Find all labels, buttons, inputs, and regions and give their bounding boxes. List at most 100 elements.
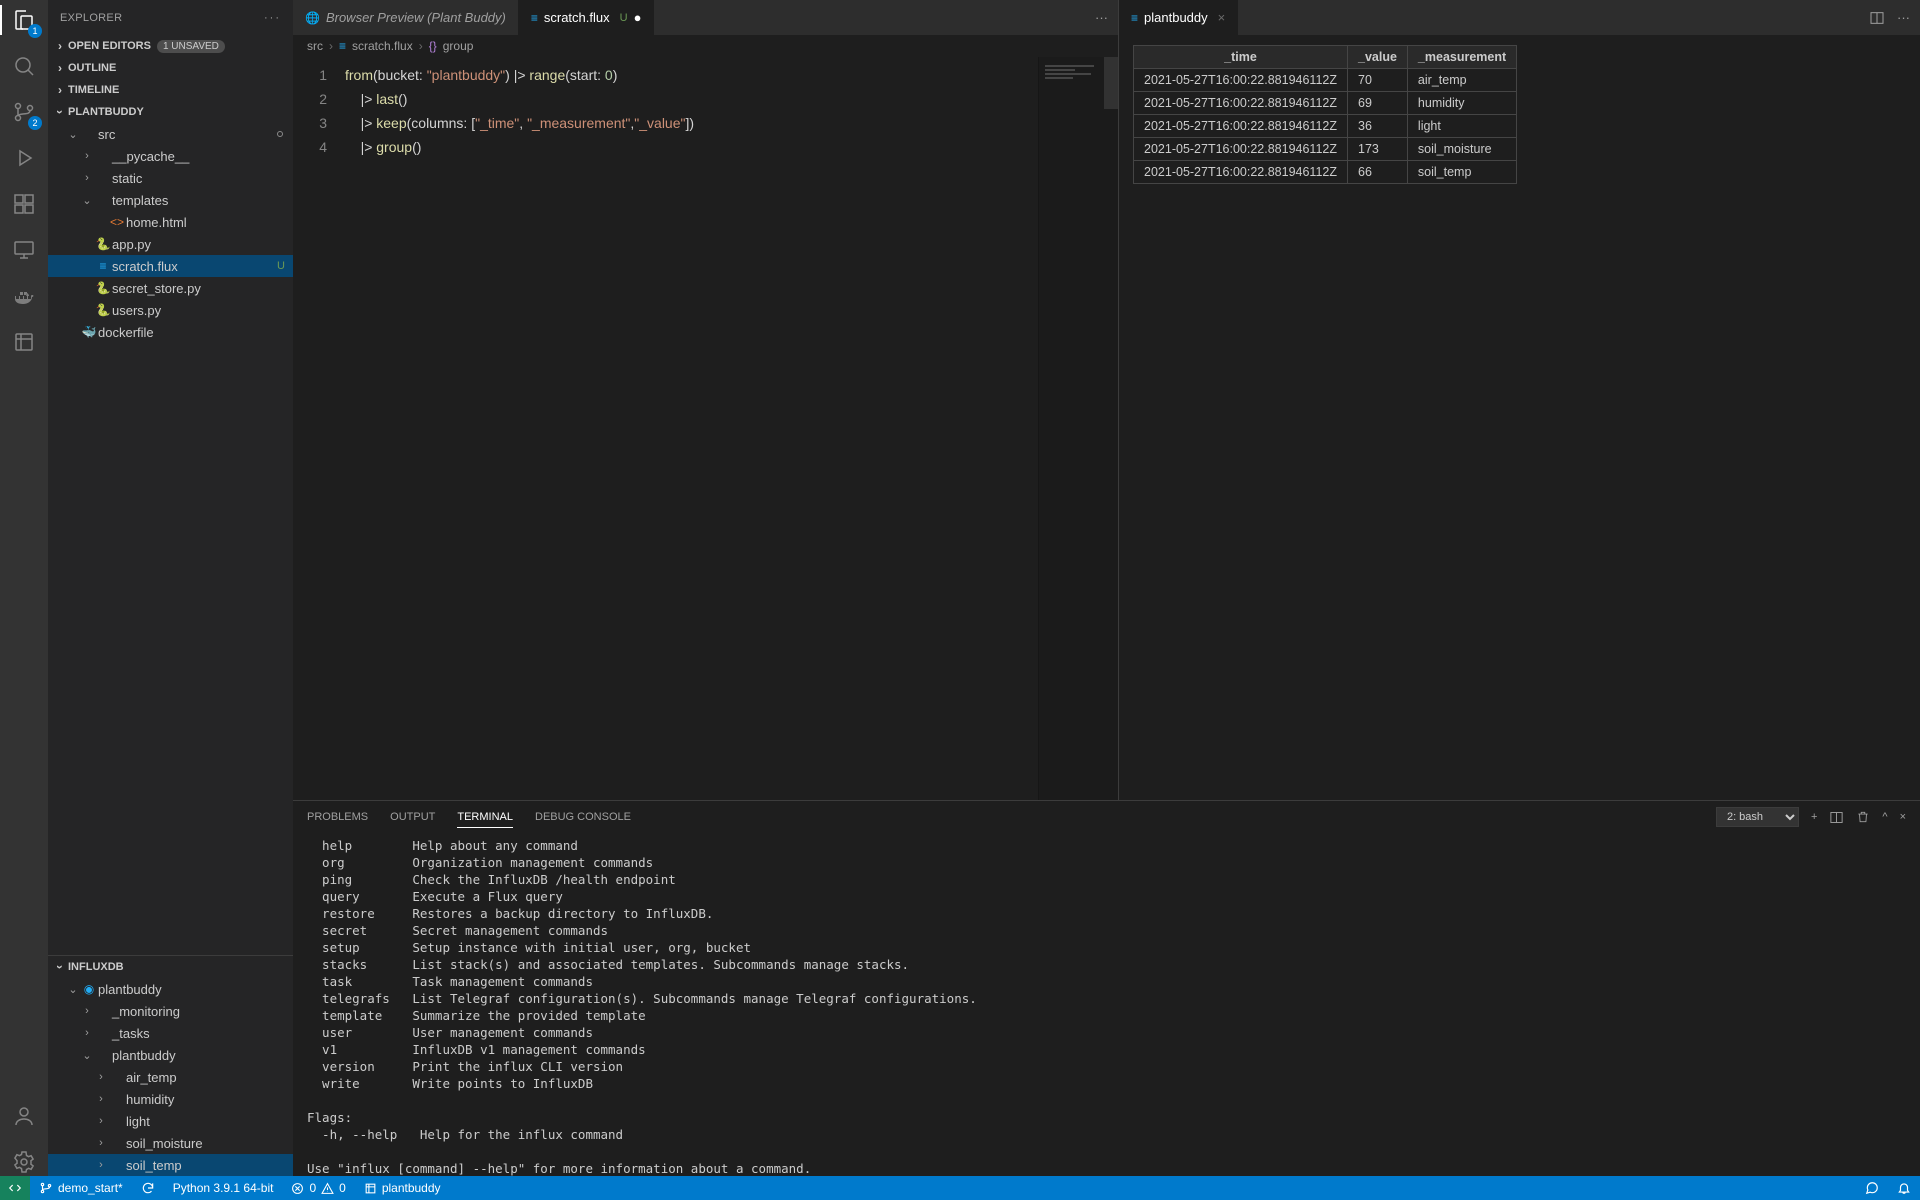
folder-static[interactable]: ›static xyxy=(48,167,293,189)
split-terminal-icon[interactable] xyxy=(1829,810,1844,825)
file-scratch.flux[interactable]: ≡scratch.fluxU xyxy=(48,255,293,277)
activity-bar: 1 2 xyxy=(0,0,48,1176)
remote-indicator[interactable] xyxy=(0,1176,30,1200)
folder-humidity[interactable]: ›humidity xyxy=(48,1088,293,1110)
table-row[interactable]: 2021-05-27T16:00:22.881946112Z36light xyxy=(1134,115,1517,138)
folder-plantbuddy[interactable]: ⌄plantbuddy xyxy=(48,1044,293,1066)
node-label: __pycache__ xyxy=(112,149,189,164)
influxdb-icon[interactable] xyxy=(10,328,38,356)
more-actions-icon[interactable]: ··· xyxy=(1095,10,1108,25)
influx-status[interactable]: plantbuddy xyxy=(355,1176,450,1200)
kill-terminal-icon[interactable] xyxy=(1856,810,1870,824)
file-dockerfile[interactable]: 🐳dockerfile xyxy=(48,321,293,343)
outline-section[interactable]: ›OUTLINE xyxy=(48,57,293,79)
panel-tab-problems[interactable]: PROBLEMS xyxy=(307,807,368,827)
folder-__pycache__[interactable]: ›__pycache__ xyxy=(48,145,293,167)
chevron-icon: › xyxy=(94,1071,108,1083)
node-label: _tasks xyxy=(112,1026,150,1041)
file-home.html[interactable]: <>home.html xyxy=(48,211,293,233)
tab-icon: ≡ xyxy=(1131,11,1138,25)
chevron-icon: ⌄ xyxy=(66,983,80,996)
code-editor[interactable]: 1234 from(bucket: "plantbuddy") |> range… xyxy=(293,57,1118,800)
extensions-icon[interactable] xyxy=(10,190,38,218)
project-section[interactable]: ›PLANTBUDDY xyxy=(48,101,293,123)
folder-soil_moisture[interactable]: ›soil_moisture xyxy=(48,1132,293,1154)
branch-name: demo_start* xyxy=(58,1181,123,1195)
file-users.py[interactable]: 🐍users.py xyxy=(48,299,293,321)
terminal-output[interactable]: help Help about any command org Organiza… xyxy=(293,833,1920,1176)
breadcrumb-0[interactable]: src xyxy=(307,39,323,53)
folder-plantbuddy[interactable]: ⌄◉plantbuddy xyxy=(48,978,293,1000)
terminal-selector[interactable]: 2: bash xyxy=(1716,807,1799,827)
search-icon[interactable] xyxy=(10,52,38,80)
explorer-icon[interactable]: 1 xyxy=(10,6,38,34)
status-bar: demo_start* Python 3.9.1 64-bit 0 0 plan… xyxy=(0,1176,1920,1200)
cell: 2021-05-27T16:00:22.881946112Z xyxy=(1134,92,1348,115)
open-editors-label: OPEN EDITORS xyxy=(68,40,151,52)
docker-icon[interactable] xyxy=(10,282,38,310)
folder-src[interactable]: ⌄src xyxy=(48,123,293,145)
node-label: light xyxy=(126,1114,150,1129)
panel-tab-output[interactable]: OUTPUT xyxy=(390,807,435,827)
table-row[interactable]: 2021-05-27T16:00:22.881946112Z69humidity xyxy=(1134,92,1517,115)
explorer-badge: 1 xyxy=(28,24,42,38)
close-tab-icon[interactable]: × xyxy=(1218,10,1226,25)
tabs-right: ≡plantbuddy× ··· xyxy=(1119,0,1920,35)
new-terminal-icon[interactable]: + xyxy=(1811,811,1817,823)
tab-plantbuddy[interactable]: ≡plantbuddy× xyxy=(1119,0,1238,35)
table-row[interactable]: 2021-05-27T16:00:22.881946112Z66soil_tem… xyxy=(1134,161,1517,184)
open-editors-section[interactable]: › OPEN EDITORS 1 UNSAVED xyxy=(48,35,293,57)
cell: humidity xyxy=(1407,92,1516,115)
remote-explorer-icon[interactable] xyxy=(10,236,38,264)
more-actions-icon[interactable]: ··· xyxy=(1897,10,1910,25)
close-panel-icon[interactable]: × xyxy=(1900,811,1906,823)
panel-tab-debug-console[interactable]: DEBUG CONSOLE xyxy=(535,807,631,827)
git-branch[interactable]: demo_start* xyxy=(30,1176,132,1200)
folder-air_temp[interactable]: ›air_temp xyxy=(48,1066,293,1088)
breadcrumb-2[interactable]: group xyxy=(443,39,474,53)
minimap-scrollbar[interactable] xyxy=(1104,57,1118,109)
accounts-icon[interactable] xyxy=(10,1102,38,1130)
breadcrumbs[interactable]: src› ≡scratch.flux› {}group xyxy=(293,35,1118,57)
folder-_monitoring[interactable]: ›_monitoring xyxy=(48,1000,293,1022)
timeline-section[interactable]: ›TIMELINE xyxy=(48,79,293,101)
file-app.py[interactable]: 🐍app.py xyxy=(48,233,293,255)
project-label: PLANTBUDDY xyxy=(68,106,144,118)
sidebar-more-icon[interactable]: ··· xyxy=(264,12,281,24)
query-results-pane[interactable]: _time_value_measurement2021-05-27T16:00:… xyxy=(1119,35,1920,800)
cell: light xyxy=(1407,115,1516,138)
python-interpreter[interactable]: Python 3.9.1 64-bit xyxy=(164,1176,283,1200)
table-row[interactable]: 2021-05-27T16:00:22.881946112Z70air_temp xyxy=(1134,69,1517,92)
chevron-icon: › xyxy=(94,1137,108,1149)
sidebar: EXPLORER ··· › OPEN EDITORS 1 UNSAVED ›O… xyxy=(48,0,293,1176)
influxdb-tree[interactable]: ⌄◉plantbuddy›_monitoring›_tasks⌄plantbud… xyxy=(48,978,293,1176)
panel-tab-terminal[interactable]: TERMINAL xyxy=(457,807,513,828)
problems-status[interactable]: 0 0 xyxy=(282,1176,354,1200)
tabs-left: 🌐Browser Preview (Plant Buddy)≡scratch.f… xyxy=(293,0,1118,35)
cell: 69 xyxy=(1348,92,1408,115)
folder-templates[interactable]: ⌄templates xyxy=(48,189,293,211)
cell: 36 xyxy=(1348,115,1408,138)
folder-light[interactable]: ›light xyxy=(48,1110,293,1132)
breadcrumb-1[interactable]: scratch.flux xyxy=(352,39,413,53)
tab-scratch-flux[interactable]: ≡scratch.fluxU● xyxy=(519,0,655,35)
table-row[interactable]: 2021-05-27T16:00:22.881946112Z173soil_mo… xyxy=(1134,138,1517,161)
file-secret_store.py[interactable]: 🐍secret_store.py xyxy=(48,277,293,299)
file-tree[interactable]: ⌄src›__pycache__›static⌄templates<>home.… xyxy=(48,123,293,955)
tab-browser-preview-plant-buddy-[interactable]: 🌐Browser Preview (Plant Buddy) xyxy=(293,0,519,35)
source-control-icon[interactable]: 2 xyxy=(10,98,38,126)
notifications-icon[interactable] xyxy=(1888,1181,1920,1195)
minimap[interactable] xyxy=(1038,57,1118,800)
run-debug-icon[interactable] xyxy=(10,144,38,172)
git-sync[interactable] xyxy=(132,1176,164,1200)
folder-soil_temp[interactable]: ›soil_temp xyxy=(48,1154,293,1176)
maximize-panel-icon[interactable]: ^ xyxy=(1882,811,1887,823)
folder-_tasks[interactable]: ›_tasks xyxy=(48,1022,293,1044)
split-editor-icon[interactable] xyxy=(1869,10,1885,26)
editor-body[interactable]: from(bucket: "plantbuddy") |> range(star… xyxy=(341,57,1118,800)
influxdb-section[interactable]: ›INFLUXDB xyxy=(48,956,293,978)
tab-icon: ≡ xyxy=(531,11,538,25)
settings-gear-icon[interactable] xyxy=(10,1148,38,1176)
file-icon: 🐍 xyxy=(94,303,112,317)
feedback-icon[interactable] xyxy=(1856,1181,1888,1195)
